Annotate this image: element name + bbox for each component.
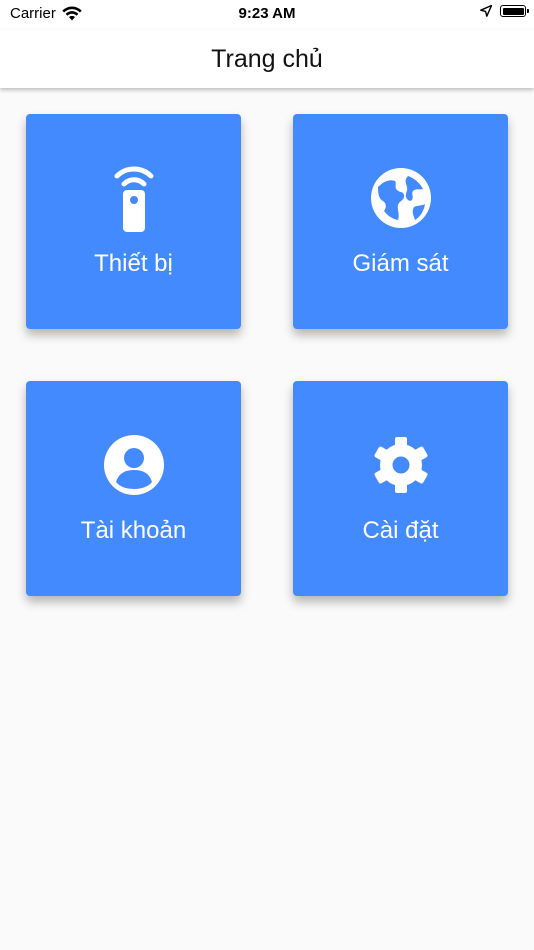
tile-icon-wrapper xyxy=(26,162,241,234)
page-title: Trang chủ xyxy=(211,44,323,73)
remote-control-icon xyxy=(114,166,153,232)
gear-icon xyxy=(373,437,428,493)
tile-icon-wrapper xyxy=(293,162,508,234)
battery-icon xyxy=(500,5,529,17)
location-arrow-icon xyxy=(480,5,492,17)
status-time: 9:23 AM xyxy=(238,5,296,22)
status-right xyxy=(480,5,529,17)
account-circle-icon xyxy=(103,435,164,495)
tile-icon-wrapper xyxy=(26,429,241,501)
tile-settings[interactable]: Cài đặt xyxy=(293,381,508,596)
tile-devices[interactable]: Thiết bị xyxy=(26,114,241,329)
app-bar: Trang chủ xyxy=(0,30,534,88)
tile-label: Tài khoản xyxy=(80,517,187,544)
tile-icon-wrapper xyxy=(293,429,508,501)
tile-monitor[interactable]: Giám sát xyxy=(293,114,508,329)
tile-label: Cài đặt xyxy=(362,517,439,544)
status-bar: Carrier 9:23 AM xyxy=(0,0,534,30)
tile-account[interactable]: Tài khoản xyxy=(26,381,241,596)
globe-icon xyxy=(370,168,431,228)
tile-label: Thiết bị xyxy=(94,250,173,277)
tile-label: Giám sát xyxy=(352,250,449,277)
